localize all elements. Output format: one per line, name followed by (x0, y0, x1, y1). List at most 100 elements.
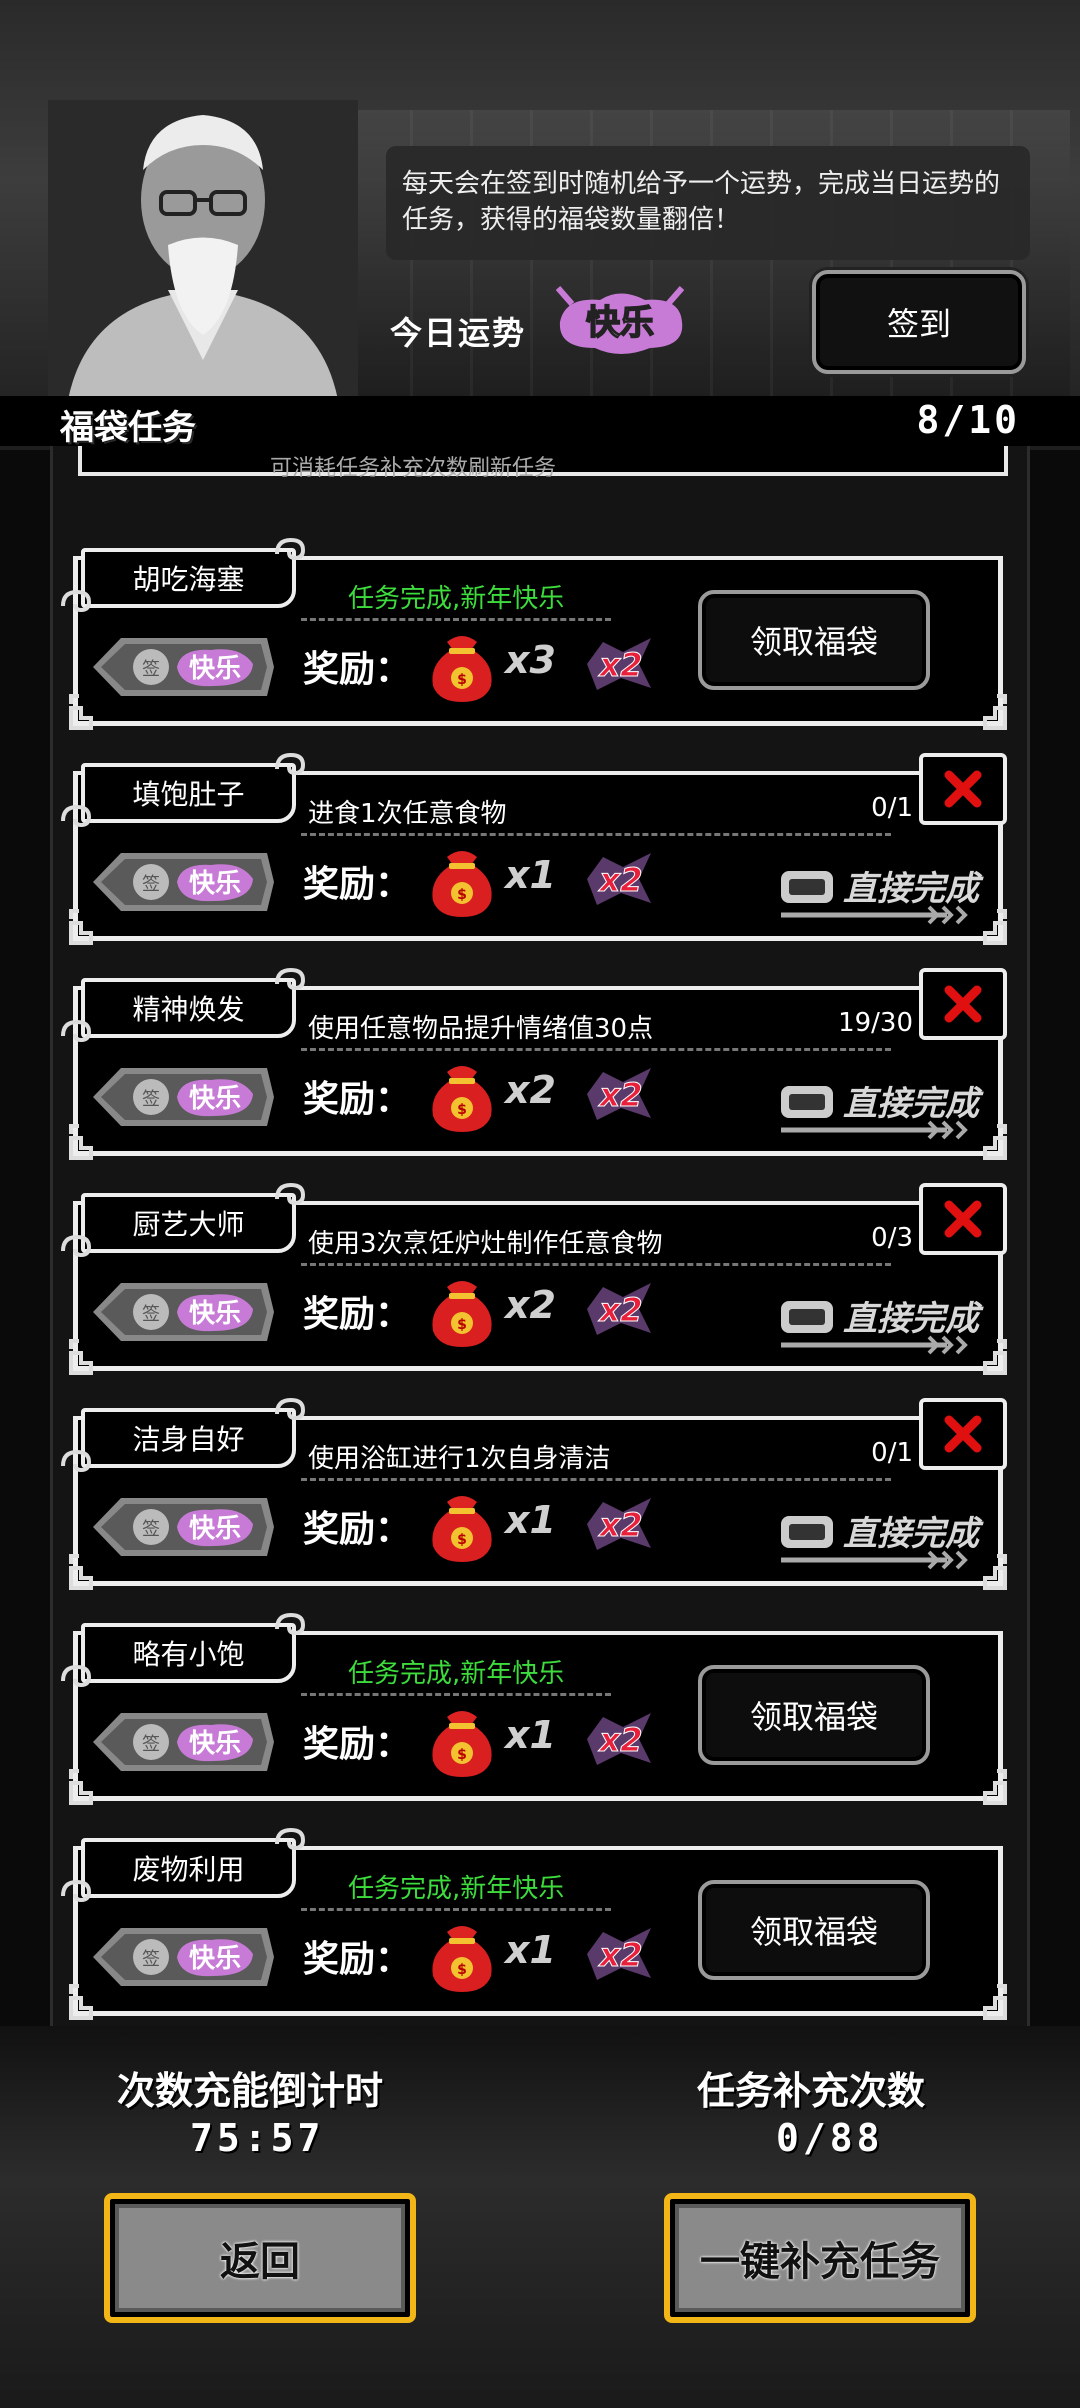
luck-tag-sign: 签 (142, 1519, 160, 1540)
task-card: 略有小饱 签 快乐 奖励： $ x1 x2 任务完成,新年快乐 领取福袋 (61, 1612, 1007, 1805)
cloud-swirl-icon (61, 1449, 92, 1473)
cloud-swirl-icon (275, 537, 306, 561)
svg-text:$: $ (457, 1747, 467, 1763)
luck-tag-value: 快乐 (189, 654, 241, 684)
cloud-swirl-icon (275, 752, 306, 776)
cancel-task-button[interactable] (919, 1398, 1007, 1470)
instant-complete-label[interactable]: 直接完成 (843, 1291, 979, 1340)
luck-tag: 签 快乐 (93, 1283, 274, 1341)
reward-label: 奖励： (303, 1079, 412, 1120)
svg-text:$: $ (457, 1532, 467, 1548)
lucky-bag-icon: $ (432, 1926, 492, 1992)
close-icon (944, 1415, 982, 1453)
double-bonus-badge: x2 (587, 1283, 651, 1335)
reward-multiplier: x1 (505, 1713, 556, 1757)
luck-info-text: 每天会在签到时随机给予一个运势，完成当日运势的任务，获得的福袋数量翻倍！ (402, 169, 1001, 235)
luck-tag: 签 快乐 (93, 853, 274, 911)
cancel-task-button[interactable] (919, 1183, 1007, 1255)
double-bonus-text: x2 (598, 1936, 643, 1974)
reward-label: 奖励： (303, 1939, 412, 1980)
task-name-tab: 胡吃海塞 (81, 548, 296, 608)
luck-tag-sign: 签 (142, 1089, 160, 1110)
task-card: 洁身自好 签 快乐 奖励： $ x1 x2 使用浴缸进行1次自身清洁 0/1 直… (61, 1397, 1007, 1590)
cloud-swirl-icon (61, 804, 92, 828)
task-description: 进食1次任意食物 (308, 799, 507, 829)
corner-ornament-icon (983, 1984, 1007, 2020)
luck-tag-value: 快乐 (189, 869, 241, 899)
task-count: 8/10 (916, 398, 1020, 442)
lucky-bag-icon: $ (432, 851, 492, 917)
luck-tag-sign: 签 (142, 659, 160, 680)
luck-tag: 签 快乐 (93, 1498, 274, 1556)
claim-bag-button[interactable]: 领取福袋 (698, 590, 930, 690)
cloud-swirl-icon (61, 1879, 92, 1903)
lucky-bag-icon: $ (432, 636, 492, 702)
cancel-task-button[interactable] (919, 968, 1007, 1040)
double-bonus-badge: x2 (587, 1713, 651, 1765)
refill-tasks-button[interactable]: 一键补充任务 (664, 2193, 976, 2323)
claim-bag-button[interactable]: 领取福袋 (698, 1880, 930, 1980)
task-status-text: 任务完成,新年快乐 (348, 1874, 565, 1904)
reward-multiplier: x1 (505, 1498, 556, 1542)
task-name: 洁身自好 (132, 1423, 245, 1456)
task-description: 使用浴缸进行1次自身清洁 (308, 1444, 611, 1474)
lucky-bag-icon: $ (432, 1496, 492, 1562)
dashed-divider (301, 618, 611, 621)
dashed-divider (301, 1263, 891, 1266)
double-bonus-text: x2 (598, 646, 643, 684)
luck-badge: 快乐 (555, 286, 685, 354)
header-banner: 每天会在签到时随机给予一个运势，完成当日运势的任务，获得的福袋数量翻倍！ 今日运… (0, 0, 1080, 450)
reward-label: 奖励： (303, 649, 412, 690)
signin-button[interactable]: 签到 (812, 270, 1026, 374)
svg-text:$: $ (457, 1102, 467, 1118)
instant-complete-label[interactable]: 直接完成 (843, 1076, 979, 1125)
back-button[interactable]: 返回 (104, 2193, 416, 2323)
luck-tag-sign: 签 (142, 874, 160, 895)
today-luck-label: 今日运势 (390, 314, 527, 352)
luck-tag: 签 快乐 (93, 1713, 274, 1771)
corner-ornament-icon (983, 694, 1007, 730)
section-title: 福袋任务 (60, 408, 196, 448)
svg-text:$: $ (457, 1317, 467, 1333)
instant-complete-label[interactable]: 直接完成 (843, 1506, 979, 1555)
instant-complete-label[interactable]: 直接完成 (843, 861, 979, 910)
lucky-bag-icon: $ (432, 1281, 492, 1347)
dashed-divider (301, 1908, 611, 1911)
dashed-divider (301, 1478, 891, 1481)
cancel-task-button[interactable] (919, 753, 1007, 825)
luck-tag-value: 快乐 (189, 1084, 241, 1114)
cloud-swirl-icon (61, 589, 92, 613)
svg-text:$: $ (457, 887, 467, 903)
task-card: 填饱肚子 签 快乐 奖励： $ x1 x2 进食1次任意食物 0/1 直接完成 (61, 752, 1007, 945)
reward-multiplier: x1 (505, 853, 556, 897)
task-name: 胡吃海塞 (132, 563, 245, 596)
reward-label: 奖励： (303, 864, 412, 905)
reward-label: 奖励： (303, 1294, 412, 1335)
task-name: 废物利用 (132, 1853, 245, 1886)
double-bonus-badge: x2 (587, 1068, 651, 1120)
cloud-swirl-icon (275, 967, 306, 991)
double-bonus-text: x2 (598, 1291, 643, 1329)
corner-ornament-icon (983, 1769, 1007, 1805)
luck-tag-value: 快乐 (189, 1514, 241, 1544)
reward-multiplier: x2 (505, 1068, 556, 1112)
close-icon (944, 985, 982, 1023)
luck-tag: 签 快乐 (93, 638, 274, 696)
task-name: 略有小饱 (132, 1638, 245, 1671)
cloud-swirl-icon (275, 1182, 306, 1206)
task-card: 厨艺大师 签 快乐 奖励： $ x2 x2 使用3次烹饪炉灶制作任意食物 0/3… (61, 1182, 1007, 1375)
task-name-tab: 废物利用 (81, 1838, 296, 1898)
task-description: 使用3次烹饪炉灶制作任意食物 (308, 1229, 663, 1259)
refill-label: 任务补充次数 (697, 2069, 926, 2113)
task-name: 厨艺大师 (132, 1208, 245, 1241)
double-bonus-text: x2 (598, 861, 643, 899)
cloud-swirl-icon (275, 1827, 306, 1851)
claim-bag-button[interactable]: 领取福袋 (698, 1665, 930, 1765)
refill-value: 0/88 (776, 2116, 884, 2160)
cloud-swirl-icon (275, 1612, 306, 1636)
close-icon (944, 770, 982, 808)
double-bonus-text: x2 (598, 1076, 643, 1114)
svg-text:$: $ (457, 1962, 467, 1978)
reward-multiplier: x3 (505, 638, 556, 682)
cloud-swirl-icon (61, 1019, 92, 1043)
